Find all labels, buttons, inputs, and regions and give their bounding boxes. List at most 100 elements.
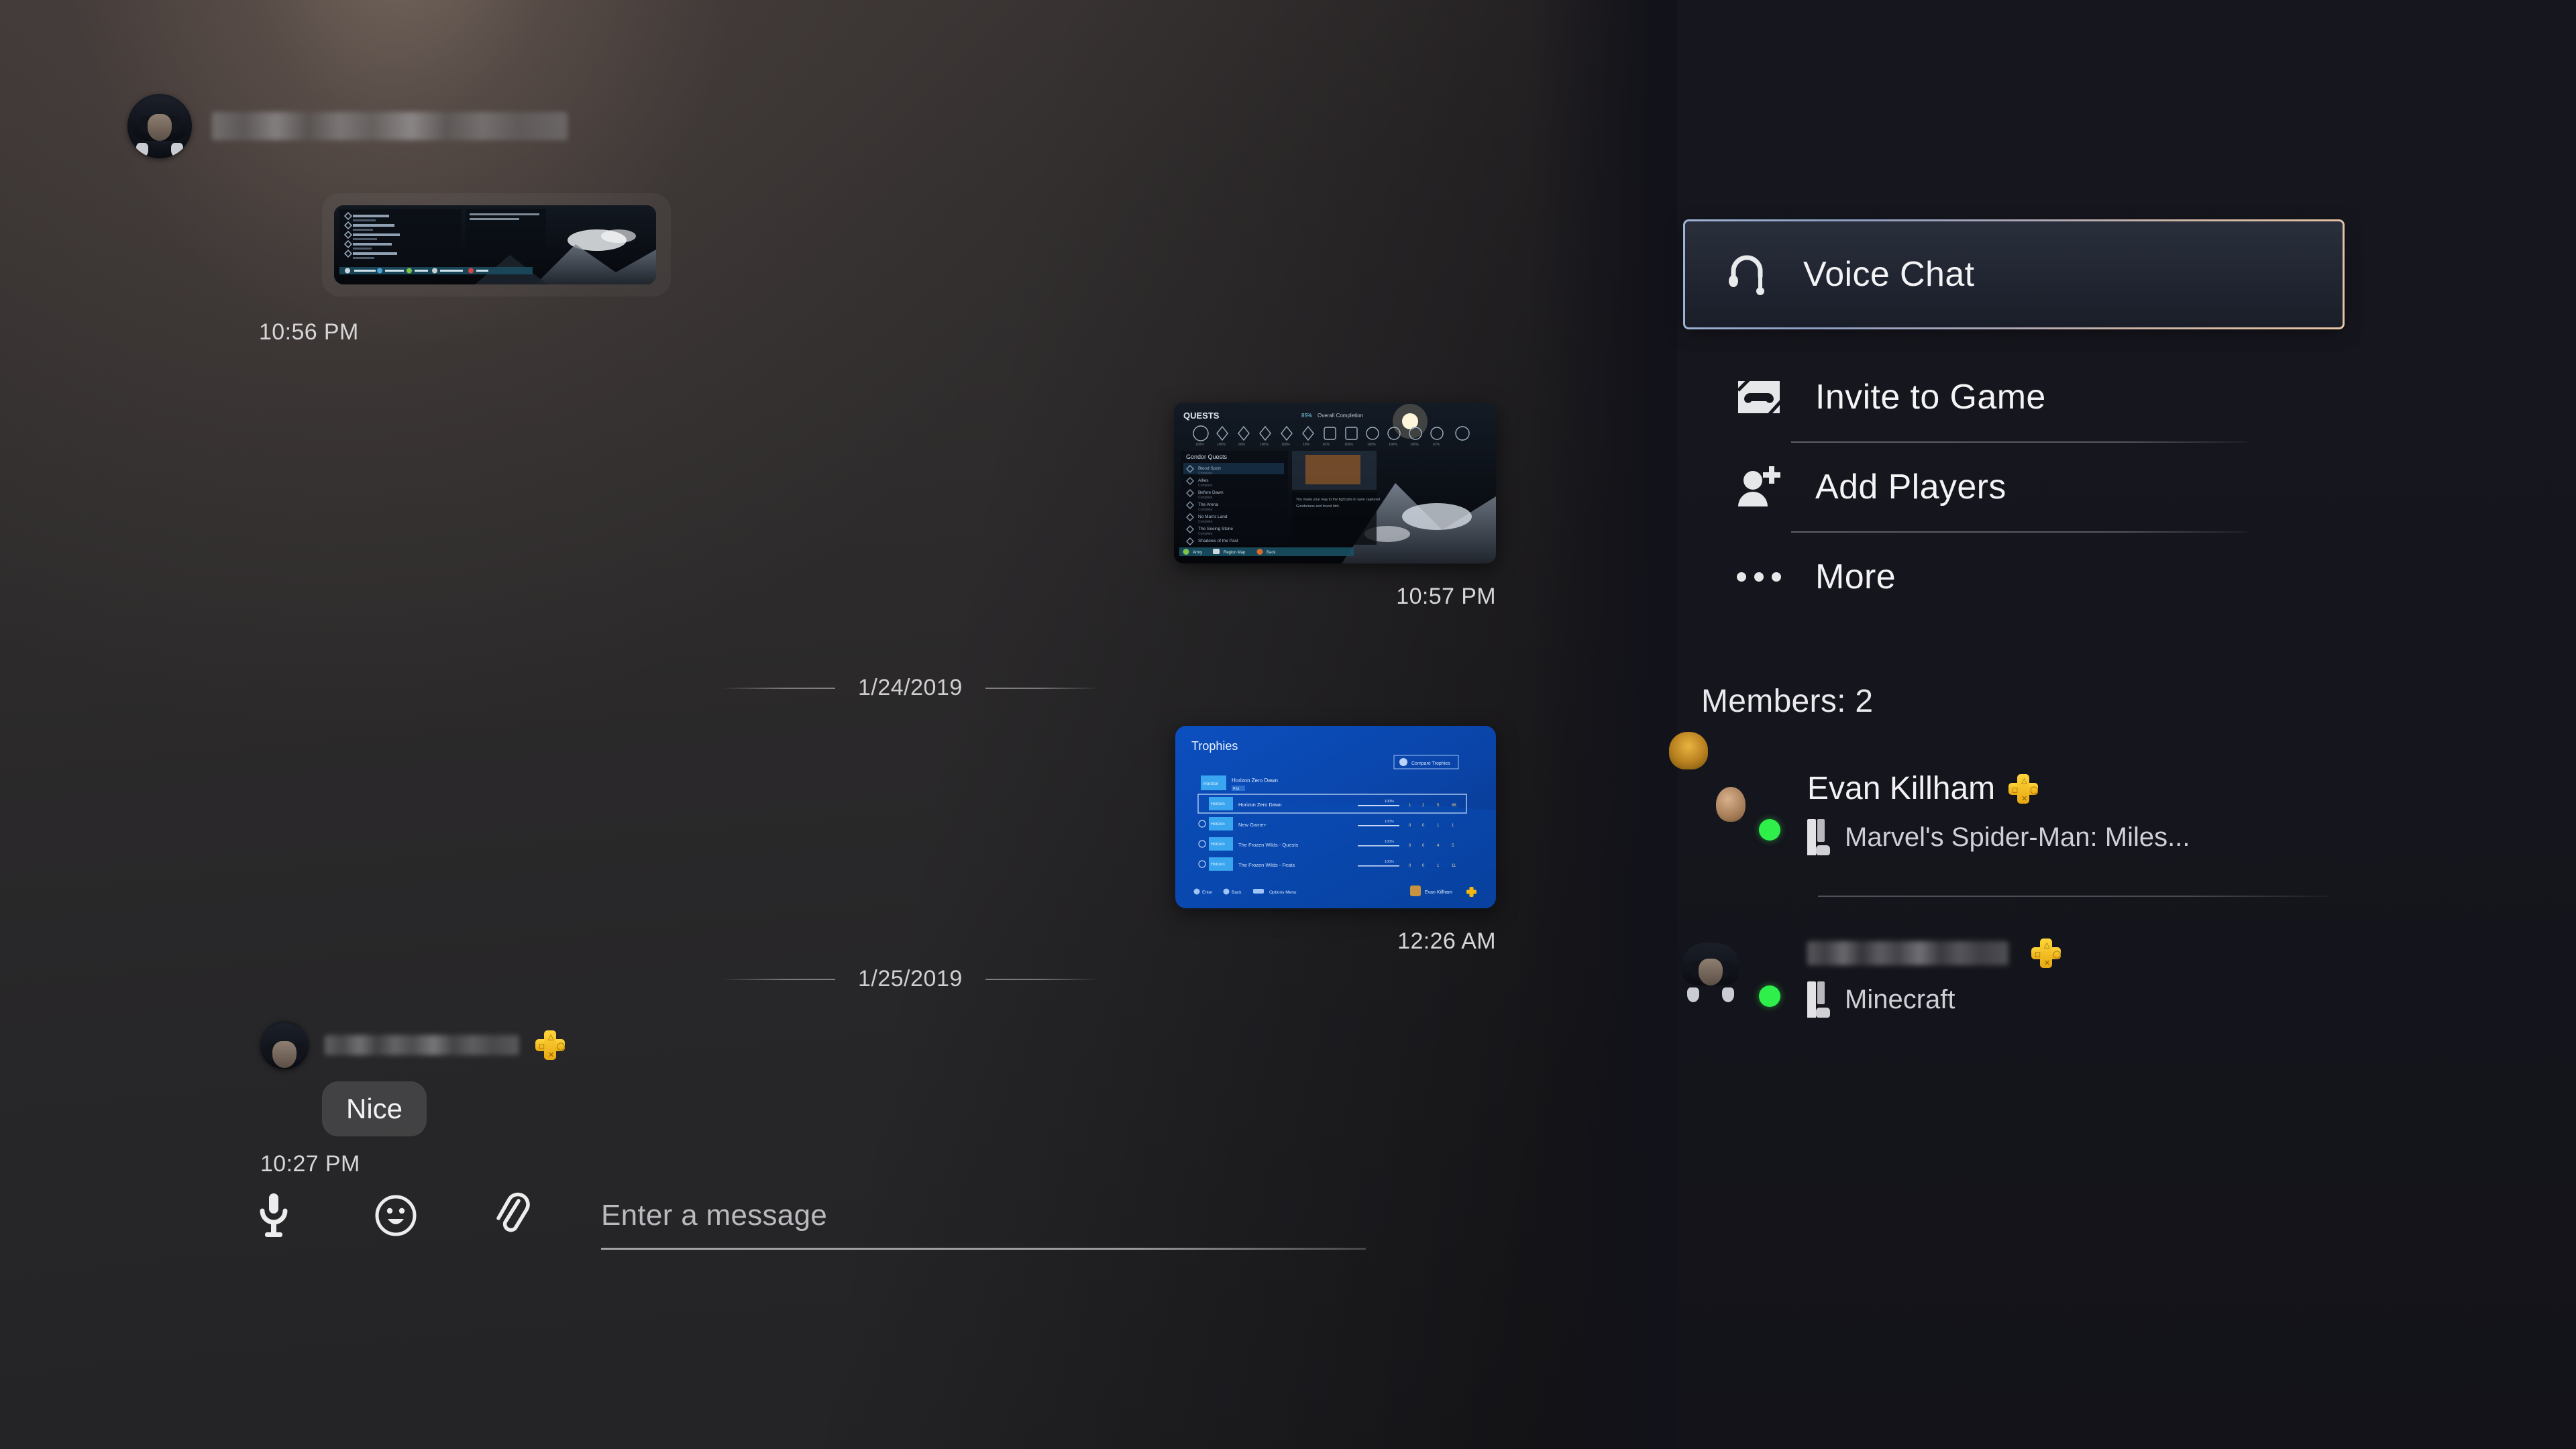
chat-message[interactable]: Trophies Compare Trophies Horizon Horizo… xyxy=(1175,726,1496,955)
svg-text:The Frozen Wilds - Feats: The Frozen Wilds - Feats xyxy=(1238,862,1295,868)
gamepad-card-icon xyxy=(1727,378,1791,416)
online-status-dot xyxy=(1759,985,1780,1008)
chat-message[interactable]: QUESTS 85% Overall Completion 100% 100% 90… xyxy=(1174,402,1496,610)
member-name: Evan Killham xyxy=(1807,771,1996,806)
chat-message-list[interactable]: 10:56 PM QUESTS 85% Overall Completion 1… xyxy=(0,0,1623,1449)
svg-text:85%: 85% xyxy=(1301,413,1312,419)
member-separator xyxy=(1818,896,2328,898)
message-bubble[interactable]: Nice xyxy=(322,1081,427,1136)
menu-item-more[interactable]: More xyxy=(1697,533,2355,621)
headset-icon xyxy=(1715,250,1779,299)
svg-text:Horizon: Horizon xyxy=(1211,802,1225,806)
svg-text:Horizon: Horizon xyxy=(1211,822,1225,826)
member-activity-row: Minecraft xyxy=(1807,981,2061,1018)
member-activity: Minecraft xyxy=(1845,984,1955,1014)
svg-text:PS4: PS4 xyxy=(1233,788,1240,792)
svg-text:Region Map: Region Map xyxy=(1224,551,1246,555)
svg-text:Options Menu: Options Menu xyxy=(1269,890,1297,895)
message-timestamp: 10:27 PM xyxy=(260,1151,360,1177)
menu-item-label: More xyxy=(1815,557,1896,596)
menu-item-add-players[interactable]: Add Players xyxy=(1697,443,2355,531)
ellipsis-icon xyxy=(1727,570,1791,584)
svg-text:QUESTS: QUESTS xyxy=(1183,411,1220,421)
emoji-icon[interactable] xyxy=(370,1190,421,1241)
svg-text:Compare Trophies: Compare Trophies xyxy=(1411,761,1450,766)
svg-text:100%: 100% xyxy=(1385,840,1394,844)
online-status-dot xyxy=(1759,819,1780,841)
message-header xyxy=(127,94,671,158)
svg-text:Complete: Complete xyxy=(1198,496,1213,500)
svg-text:You made your way to the fight: You made your way to the fight pits to s… xyxy=(1296,498,1380,502)
menu-item-invite-to-game[interactable]: Invite to Game xyxy=(1697,353,2355,441)
person-plus-glyph xyxy=(1738,466,1780,506)
svg-text:Horizon Zero Dawn: Horizon Zero Dawn xyxy=(1232,777,1278,784)
svg-text:Back: Back xyxy=(1267,551,1276,555)
divider-line-left xyxy=(721,978,835,980)
date-divider-label: 1/24/2019 xyxy=(858,675,963,700)
svg-text:100%: 100% xyxy=(1385,820,1394,824)
emoji-glyph xyxy=(375,1195,417,1236)
attachment-card[interactable] xyxy=(322,193,671,297)
svg-text:100%: 100% xyxy=(1410,443,1419,447)
menu-item-label: Invite to Game xyxy=(1815,378,2046,417)
svg-text:Gondorians and found Idril.: Gondorians and found Idril. xyxy=(1296,504,1340,508)
member-info: △ ◻ ◯ ✕ Minecraft xyxy=(1807,938,2061,1018)
message-composer[interactable]: Enter a message xyxy=(248,1190,1366,1250)
svg-text:Allies: Allies xyxy=(1198,478,1209,483)
person-plus-icon xyxy=(1727,462,1791,512)
svg-text:Complete: Complete xyxy=(1198,472,1213,476)
message-timestamp: 12:26 AM xyxy=(1397,928,1496,954)
svg-text:The Frozen Wilds - Quests: The Frozen Wilds - Quests xyxy=(1238,842,1298,848)
svg-text:No Man's Land: No Man's Land xyxy=(1198,515,1228,519)
member-row[interactable]: Evan Killham △ ◻ ◯ ✕ Marvel's Spider-Man… xyxy=(1711,771,2355,856)
svg-text:66: 66 xyxy=(1452,804,1456,808)
avatar-wrap xyxy=(1711,938,1780,1008)
divider-line-right xyxy=(985,978,1099,980)
chat-message[interactable]: 10:56 PM xyxy=(127,94,671,345)
svg-text:Overall Completion: Overall Completion xyxy=(1318,413,1363,419)
svg-text:19%: 19% xyxy=(1303,443,1310,447)
svg-text:Blood Sport: Blood Sport xyxy=(1198,466,1221,471)
screenshot-thumbnail[interactable]: Trophies Compare Trophies Horizon Horizo… xyxy=(1175,726,1496,908)
message-input[interactable]: Enter a message xyxy=(601,1199,1366,1250)
message-input-placeholder: Enter a message xyxy=(601,1199,828,1232)
microphone-glyph xyxy=(260,1193,288,1237)
svg-text:11: 11 xyxy=(1452,864,1456,868)
svg-text:100%: 100% xyxy=(1389,443,1397,447)
svg-text:New Game+: New Game+ xyxy=(1238,822,1267,828)
member-activity-row: Marvel's Spider-Man: Miles... xyxy=(1807,819,2190,856)
divider-line-left xyxy=(721,687,835,689)
svg-text:Army: Army xyxy=(1193,551,1202,555)
quests-screenshot-art xyxy=(334,205,656,284)
message-header: △ ◻ ◯ ✕ xyxy=(260,1021,565,1069)
svg-text:90%: 90% xyxy=(1238,443,1246,447)
paperclip-icon[interactable] xyxy=(486,1190,537,1241)
svg-text:The Seeing Stone: The Seeing Stone xyxy=(1198,527,1233,531)
trophies-screenshot-art: Trophies Compare Trophies Horizon Horizo… xyxy=(1175,726,1496,908)
divider-line-right xyxy=(985,687,1099,689)
avatar xyxy=(127,94,192,158)
svg-text:The Arena: The Arena xyxy=(1198,502,1218,507)
avatar xyxy=(260,1021,309,1069)
svg-text:Complete: Complete xyxy=(1198,532,1213,536)
psplus-badge: △ ◻ ◯ ✕ xyxy=(535,1030,565,1060)
svg-text:100%: 100% xyxy=(1217,443,1226,447)
ps5-console-icon xyxy=(1807,981,1830,1018)
date-divider: 1/24/2019 xyxy=(721,675,1099,701)
paperclip-glyph xyxy=(496,1192,530,1232)
chat-message[interactable]: △ ◻ ◯ ✕ Nice 10:27 PM xyxy=(260,1021,565,1177)
svg-text:Back: Back xyxy=(1232,890,1242,895)
svg-text:100%: 100% xyxy=(1367,443,1376,447)
member-name-row: Evan Killham △ ◻ ◯ ✕ xyxy=(1807,771,2190,806)
microphone-icon[interactable] xyxy=(248,1190,299,1241)
screenshot-thumbnail[interactable] xyxy=(334,205,656,284)
svg-text:Horizon: Horizon xyxy=(1203,782,1219,786)
screenshot-thumbnail[interactable]: QUESTS 85% Overall Completion 100% 100% 90… xyxy=(1174,402,1496,564)
svg-text:100%: 100% xyxy=(1344,443,1353,447)
menu-item-voice-chat[interactable]: Voice Chat xyxy=(1685,221,2343,327)
svg-text:Horizon: Horizon xyxy=(1211,863,1225,867)
svg-text:Complete: Complete xyxy=(1198,520,1213,524)
party-action-menu[interactable]: Voice Chat Invite to Game Add Players Mo… xyxy=(1685,221,2355,1018)
input-underline xyxy=(601,1248,1366,1250)
member-row[interactable]: △ ◻ ◯ ✕ Minecraft xyxy=(1711,938,2355,1018)
